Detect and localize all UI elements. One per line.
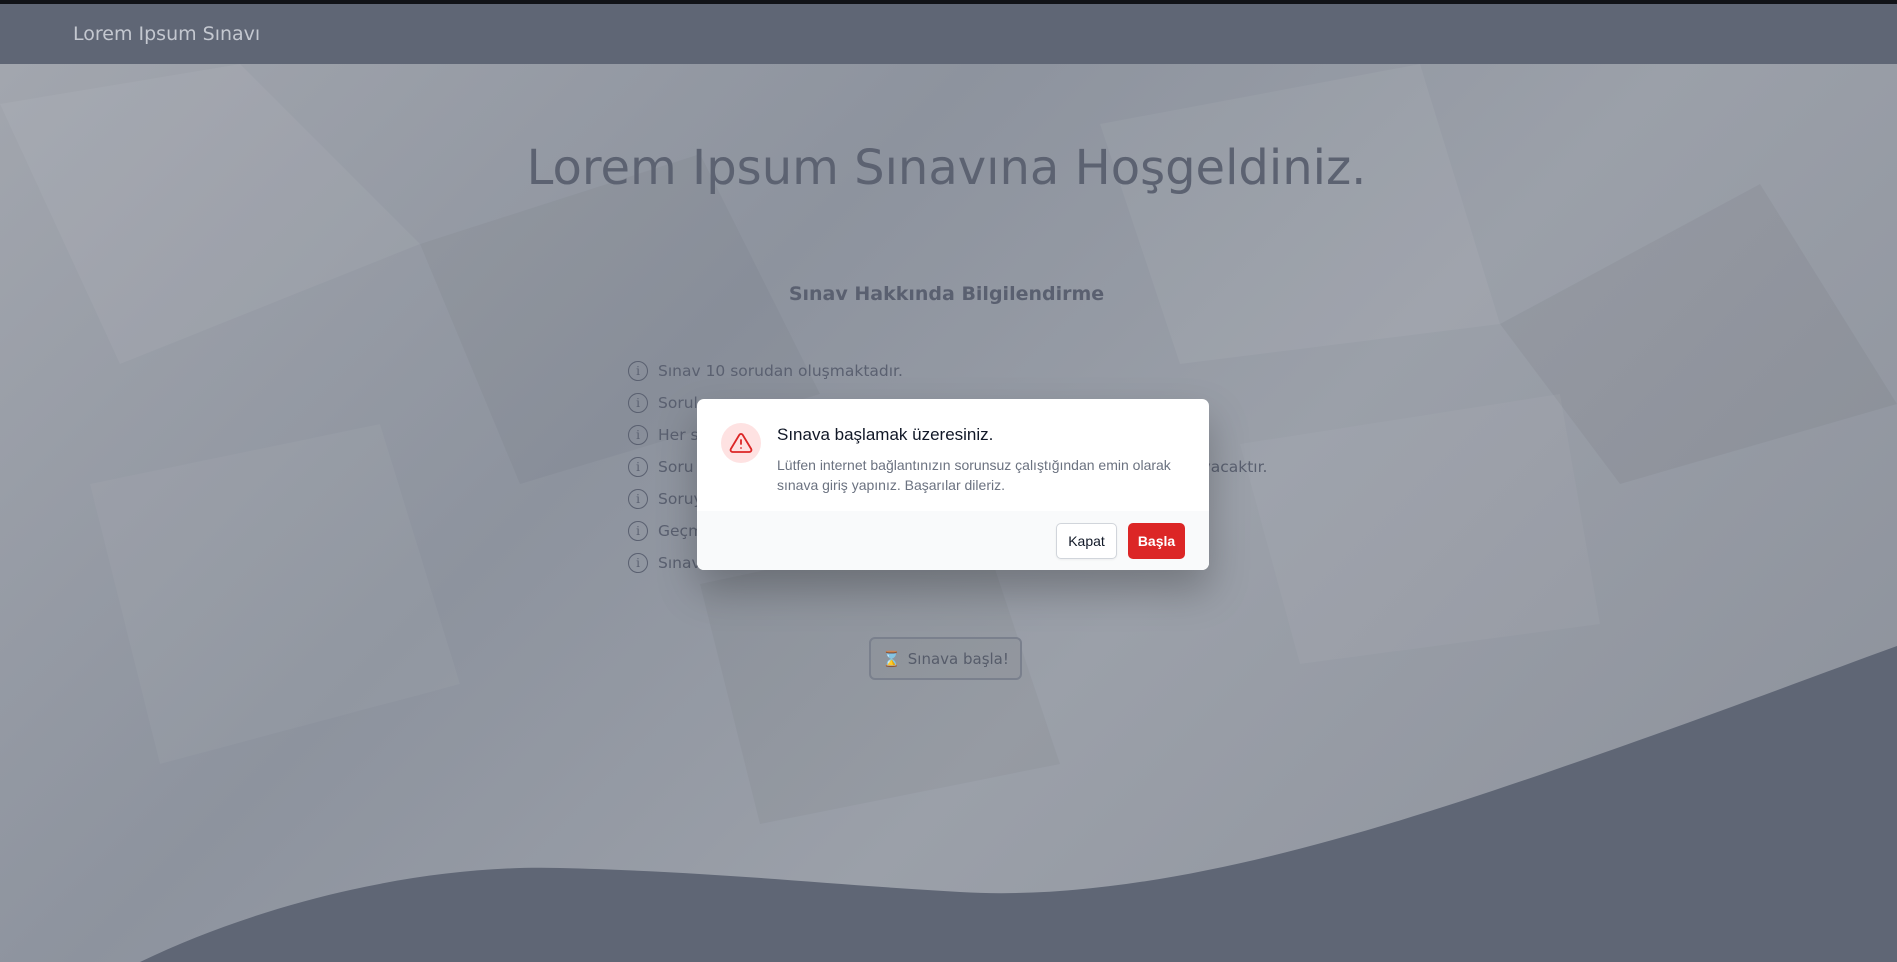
- close-button[interactable]: Kapat: [1056, 523, 1117, 559]
- warning-icon: [721, 423, 761, 463]
- modal-footer: Kapat Başla: [697, 511, 1209, 570]
- confirm-start-button[interactable]: Başla: [1128, 523, 1185, 559]
- confirm-modal: Sınava başlamak üzeresiniz. Lütfen inter…: [697, 399, 1209, 570]
- modal-message: Lütfen internet bağlantınızın sorunsuz ç…: [777, 457, 1171, 493]
- modal-body: Sınava başlamak üzeresiniz. Lütfen inter…: [697, 399, 1209, 511]
- modal-title: Sınava başlamak üzeresiniz.: [777, 425, 994, 444]
